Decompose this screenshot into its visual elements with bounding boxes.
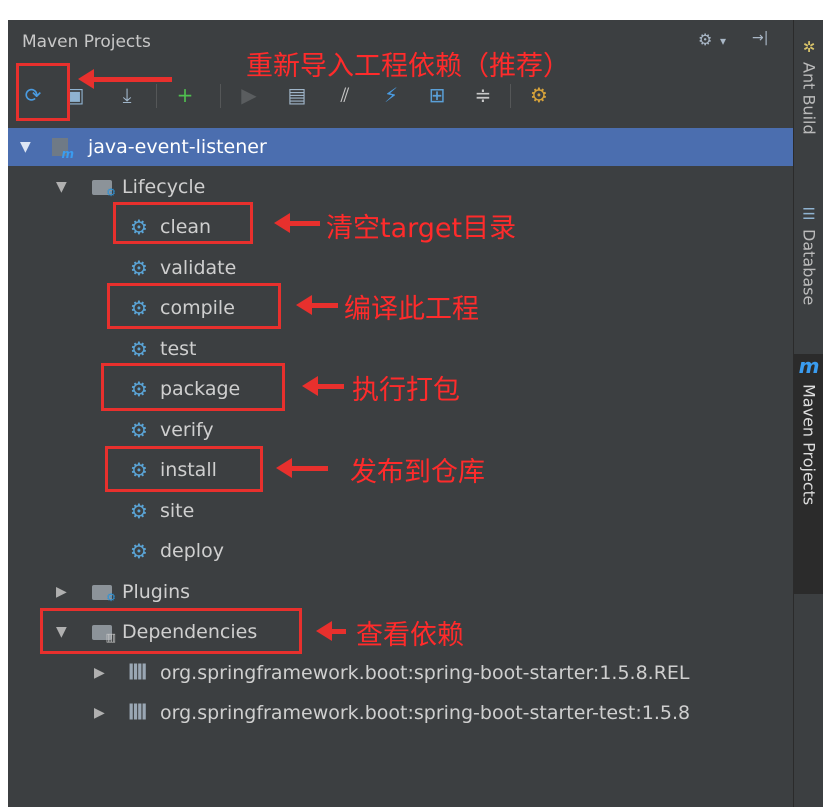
- expand-arrow-icon[interactable]: ▼: [56, 179, 67, 195]
- toolbar-separator: [220, 84, 221, 108]
- database-icon: ☰: [802, 205, 816, 223]
- maven-module-icon: m: [52, 138, 74, 161]
- toggle-offline-button[interactable]: ⫽: [330, 78, 360, 112]
- toolbar-separator: [156, 84, 157, 108]
- side-tab-label: Database: [799, 229, 819, 306]
- plugins-label: Plugins: [122, 581, 191, 603]
- maven-projects-panel: Maven Projects ⚙ ▾ →| ⟳ ▣ ⤓ + ▶ ▤ ⫽ ⚡ ⊞ ≑ ⚙ ▼ m ja…: [8, 20, 793, 807]
- screenshot-top-margin: [0, 0, 823, 20]
- gear-icon: ⚙: [130, 498, 148, 523]
- side-tab-database[interactable]: ☰ Database: [794, 205, 823, 355]
- tree-node-dependency[interactable]: ▶ ǀǀǀǀ org.springframework.boot:spring-b…: [8, 694, 793, 732]
- gear-icon: ⚙: [130, 417, 148, 442]
- lifecycle-phase-site[interactable]: ⚙ site: [8, 492, 793, 530]
- maven-toolbar: ⟳ ▣ ⤓ + ▶ ▤ ⫽ ⚡ ⊞ ≑ ⚙: [8, 78, 793, 118]
- annotation-arrow: [274, 213, 320, 233]
- phase-label: deploy: [160, 540, 224, 562]
- run-maven-build-button[interactable]: ▶: [234, 78, 264, 112]
- tree-node-project[interactable]: ▼ m java-event-listener: [8, 128, 793, 166]
- lifecycle-phase-validate[interactable]: ⚙ validate: [8, 249, 793, 287]
- tree-node-plugins[interactable]: ▶ ⚙ Plugins: [8, 573, 793, 611]
- execute-goal-button[interactable]: ▤: [282, 78, 312, 112]
- annotation-reimport: 重新导入工程依赖（推荐）: [246, 51, 570, 82]
- highlight-box-package: [101, 363, 285, 411]
- lifecycle-folder-icon: ⚙: [92, 179, 116, 200]
- collapse-all-button[interactable]: ≑: [468, 78, 498, 112]
- download-sources-button[interactable]: ⤓: [112, 78, 142, 112]
- lifecycle-phase-verify[interactable]: ⚙ verify: [8, 411, 793, 449]
- side-tab-label: Maven Projects: [799, 384, 819, 506]
- maven-settings-button[interactable]: ⚙: [524, 78, 554, 112]
- tree-node-lifecycle[interactable]: ▼ ⚙ Lifecycle: [8, 168, 793, 206]
- maven-icon: m: [798, 354, 820, 378]
- skip-tests-button[interactable]: ⚡: [376, 78, 406, 112]
- lifecycle-label: Lifecycle: [122, 176, 206, 198]
- lifecycle-phase-deploy[interactable]: ⚙ deploy: [8, 532, 793, 570]
- show-dependencies-button[interactable]: ⊞: [422, 78, 452, 112]
- project-label: java-event-listener: [88, 136, 267, 158]
- side-tab-ant-build[interactable]: ✲ Ant Build: [794, 38, 823, 188]
- plugins-folder-icon: ⚙: [92, 584, 116, 605]
- highlight-box-dependencies: [40, 608, 302, 654]
- annotation-arrow: [316, 621, 346, 641]
- panel-title: Maven Projects: [22, 32, 151, 52]
- annotation-dependencies: 查看依赖: [356, 620, 464, 651]
- highlight-box-compile: [107, 283, 281, 329]
- phase-label: test: [160, 337, 197, 360]
- add-maven-project-button[interactable]: +: [170, 78, 200, 112]
- side-tab-label: Ant Build: [799, 62, 819, 135]
- gear-icon: ⚙: [130, 336, 148, 361]
- gear-icon[interactable]: ⚙: [698, 30, 712, 49]
- collapsed-arrow-icon[interactable]: ▶: [94, 665, 105, 681]
- annotation-clean: 清空target目录: [326, 213, 517, 244]
- gear-icon: ⚙: [130, 539, 148, 563]
- ant-icon: ✲: [802, 38, 816, 56]
- annotation-arrow: [296, 295, 338, 315]
- library-icon: ǀǀǀǀ: [128, 701, 147, 721]
- collapsed-arrow-icon[interactable]: ▶: [94, 705, 105, 721]
- annotation-package: 执行打包: [352, 375, 460, 406]
- annotation-compile: 编译此工程: [344, 294, 479, 325]
- dependency-label: org.springframework.boot:spring-boot-sta…: [160, 702, 691, 724]
- annotation-arrow: [302, 376, 344, 396]
- collapsed-arrow-icon[interactable]: ▶: [56, 584, 67, 600]
- highlight-box-clean: [113, 202, 253, 244]
- gear-icon: ⚙: [130, 255, 148, 280]
- phase-label: verify: [160, 418, 214, 441]
- tree-node-dependency[interactable]: ▶ ǀǀǀǀ org.springframework.boot:spring-b…: [8, 654, 793, 692]
- side-tab-maven-projects[interactable]: m Maven Projects: [794, 354, 823, 594]
- expand-arrow-icon[interactable]: ▼: [20, 139, 31, 155]
- highlight-box-reimport: [16, 63, 70, 121]
- annotation-arrow: [276, 458, 328, 478]
- toolbar-separator: [510, 84, 511, 108]
- phase-label: validate: [160, 256, 237, 279]
- annotation-install: 发布到仓库: [350, 457, 485, 488]
- screenshot-left-margin: [0, 20, 8, 807]
- dependency-label: org.springframework.boot:spring-boot-sta…: [160, 662, 690, 684]
- right-tool-window-bar: ✲ Ant Build ☰ Database m Maven Projects: [793, 20, 823, 807]
- annotation-arrow: [78, 69, 172, 89]
- hide-panel-icon[interactable]: →|: [752, 30, 768, 46]
- library-icon: ǀǀǀǀ: [128, 661, 147, 681]
- lifecycle-phase-test[interactable]: ⚙ test: [8, 330, 793, 368]
- highlight-box-install: [105, 446, 263, 492]
- phase-label: site: [160, 499, 195, 522]
- chevron-down-icon[interactable]: ▾: [720, 34, 726, 48]
